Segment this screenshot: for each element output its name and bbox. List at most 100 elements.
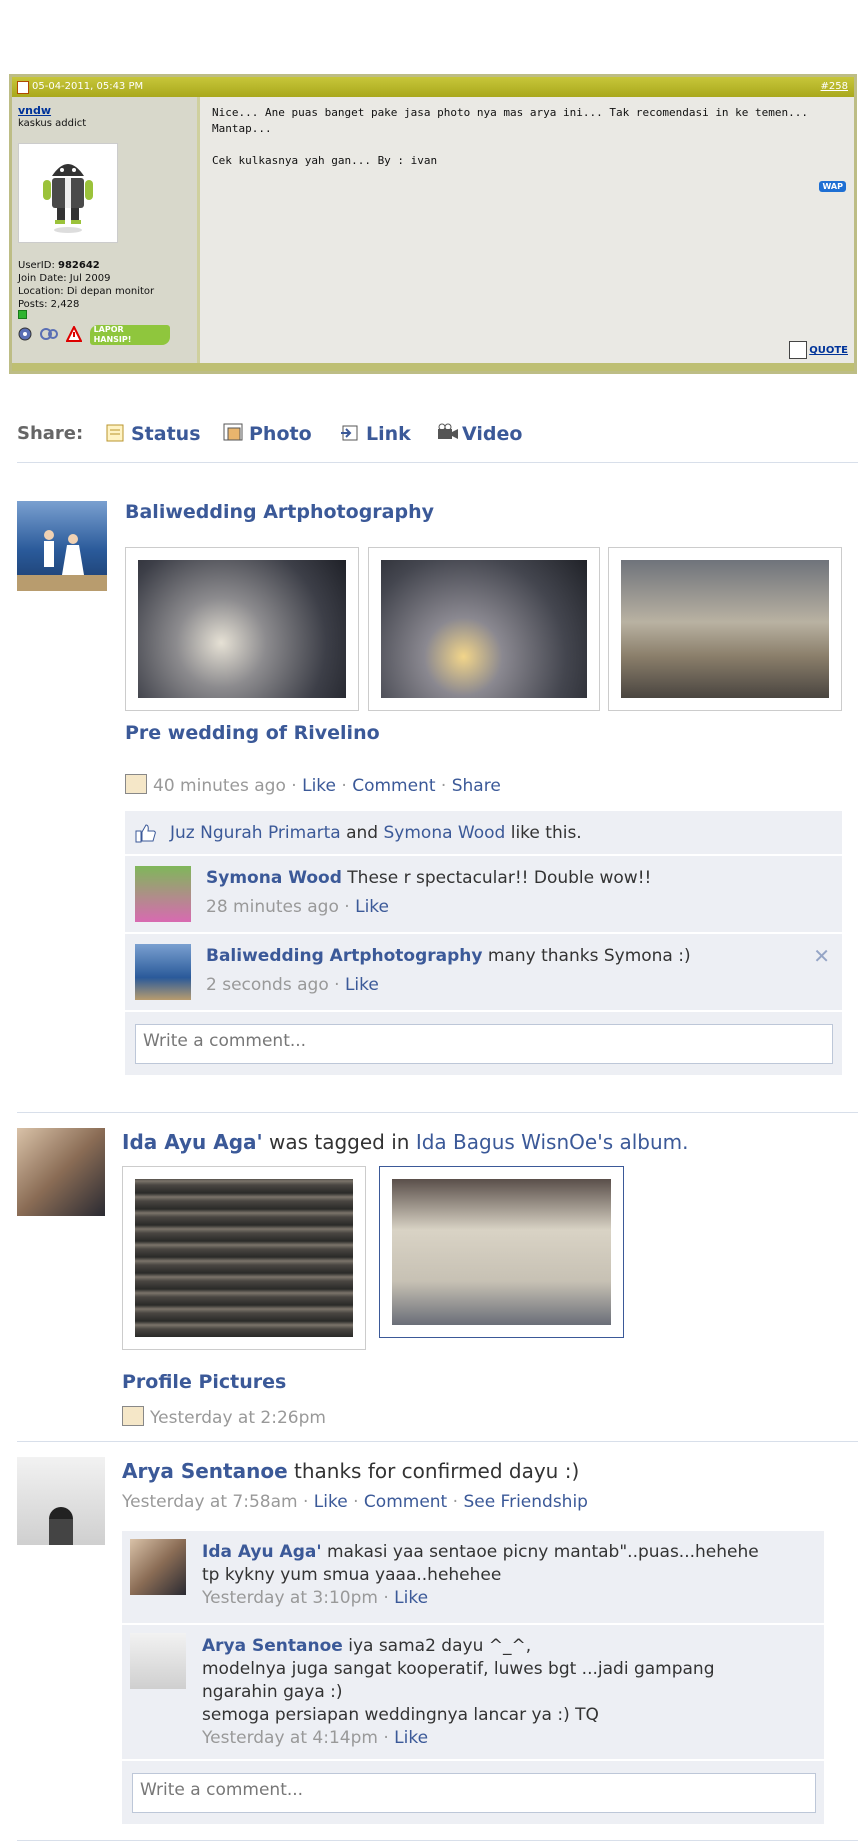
user-id-row: UserID: 982642	[18, 259, 154, 272]
album-photo-2[interactable]	[368, 547, 600, 711]
comment-item: Baliwedding Artphotography many thanks S…	[125, 934, 842, 1012]
post-author-link[interactable]: Baliwedding Artphotography	[125, 501, 434, 523]
comment-text: These r spectacular!! Double wow!!	[347, 868, 652, 888]
rep-icon[interactable]	[18, 327, 32, 344]
post-number[interactable]: #258	[821, 81, 848, 92]
commenter-avatar[interactable]	[130, 1539, 186, 1595]
forum-post: 05-04-2011, 05:43 PM #258 vndw kaskus ad…	[9, 74, 857, 374]
post-header: 05-04-2011, 05:43 PM #258	[12, 77, 854, 97]
couple-photo-icon	[17, 530, 107, 591]
delete-comment-close-icon[interactable]: ✕	[813, 944, 830, 968]
comment-like-link[interactable]: Like	[355, 897, 389, 917]
video-camera-icon	[436, 423, 458, 443]
tagged-photo-2-image	[392, 1179, 611, 1325]
post-number-link[interactable]: #258	[821, 81, 848, 92]
commenter-name-link[interactable]: Arya Sentanoe	[202, 1636, 343, 1656]
comment-link[interactable]: Comment	[352, 776, 435, 796]
share-status-label: Status	[131, 423, 201, 445]
comment-link[interactable]: Comment	[364, 1492, 447, 1512]
see-friendship-link[interactable]: See Friendship	[463, 1492, 588, 1512]
commenter-name-link[interactable]: Baliwedding Artphotography	[206, 946, 482, 966]
likes-and-text: and	[346, 823, 379, 843]
post-message: Nice... Ane puas banget pake jasa photo …	[212, 106, 809, 167]
share-video-label: Video	[462, 423, 523, 445]
quote-icon	[789, 341, 808, 359]
story-divider	[17, 1441, 858, 1442]
album-link[interactable]: album.	[619, 1130, 688, 1154]
comment-input[interactable]: Write a comment...	[132, 1773, 816, 1813]
forum-post-inner: 05-04-2011, 05:43 PM #258 vndw kaskus ad…	[12, 77, 854, 371]
lapor-hansip-button[interactable]: LAPOR HANSIP!	[89, 325, 170, 345]
album-photo-1-image	[138, 560, 346, 698]
profile-pictures-link[interactable]: Profile Pictures	[122, 1371, 286, 1393]
status-text: thanks for confirmed dayu :)	[294, 1459, 580, 1483]
tag-story-line: Ida Ayu Aga' was tagged in Ida Bagus Wis…	[122, 1130, 689, 1154]
tagged-photo-2[interactable]	[379, 1166, 624, 1338]
comment-text: makasi yaa sentaoe picny mantab"..puas..…	[326, 1542, 759, 1562]
gear-icon[interactable]	[39, 326, 59, 345]
comment-input[interactable]: Write a comment...	[135, 1024, 833, 1064]
album-owner-link[interactable]: Ida Bagus WisnOe's	[416, 1130, 613, 1154]
user-location: Location: Di depan monitor	[18, 286, 155, 297]
post-timestamp: 40 minutes ago	[153, 776, 286, 796]
commenter-avatar[interactable]	[130, 1633, 186, 1689]
comment-item: Arya Sentanoe iya sama2 dayu ^_^, modeln…	[122, 1625, 824, 1761]
liker-link[interactable]: Symona Wood	[384, 823, 506, 843]
album-photo-3[interactable]	[608, 547, 842, 711]
commenter-name-link[interactable]: Ida Ayu Aga'	[202, 1542, 322, 1562]
post-date: 05-04-2011, 05:43 PM	[32, 81, 144, 92]
comment-like-link[interactable]: Like	[345, 975, 379, 995]
post-author-avatar[interactable]	[17, 501, 107, 591]
comment-text: modelnya juga sangat kooperatif, luwes b…	[202, 1659, 715, 1679]
tagged-text: was tagged in	[269, 1130, 410, 1154]
user-action-icons: LAPOR HANSIP!	[18, 324, 174, 349]
commenter-name-link[interactable]: Symona Wood	[206, 868, 342, 888]
share-link-label: Link	[366, 423, 411, 445]
comment-text: iya sama2 dayu ^_^,	[348, 1636, 532, 1656]
status-time: Yesterday at 7:58am	[122, 1492, 298, 1512]
status-author-link[interactable]: Arya Sentanoe	[122, 1459, 288, 1483]
share-video-button[interactable]: Video	[436, 423, 522, 445]
comment-like-link[interactable]: Like	[394, 1728, 428, 1748]
share-link-button[interactable]: Link	[340, 423, 411, 445]
user-title: kaskus addict	[18, 118, 87, 129]
likes-sentence: Juz Ngurah Primarta and Symona Wood like…	[170, 823, 582, 843]
comment-body: Ida Ayu Aga' makasi yaa sentaoe picny ma…	[202, 1541, 759, 1610]
comment-line: Symona Wood These r spectacular!! Double…	[206, 868, 651, 888]
commenter-avatar[interactable]	[135, 866, 191, 922]
report-warning-icon[interactable]	[65, 324, 83, 345]
user-id-label: UserID:	[18, 260, 55, 271]
tagged-photo-1-image	[135, 1179, 353, 1337]
share-link[interactable]: Share	[452, 776, 501, 796]
album-photo-1[interactable]	[125, 547, 359, 711]
link-icon	[340, 423, 360, 443]
liker-link[interactable]: Juz Ngurah Primarta	[170, 823, 341, 843]
comment-time: 28 minutes ago	[206, 897, 339, 917]
tagged-user-link[interactable]: Ida Ayu Aga'	[122, 1130, 263, 1154]
tagged-photo-1[interactable]	[122, 1166, 366, 1350]
user-info-panel: vndw kaskus addict UserID: 982642 Join D…	[12, 97, 197, 363]
album-title-link[interactable]: Pre wedding of Rivelino	[125, 722, 380, 744]
comment-time: Yesterday at 4:14pm	[202, 1728, 378, 1748]
share-photo-label: Photo	[249, 423, 312, 445]
online-status-icon	[18, 310, 27, 319]
post-footer-bar	[12, 363, 854, 371]
comment-like-link[interactable]: Like	[394, 1588, 428, 1608]
share-photo-button[interactable]: Photo	[223, 423, 312, 445]
like-link[interactable]: Like	[302, 776, 336, 796]
quote-button[interactable]: QUOTE	[789, 341, 848, 359]
share-status-button[interactable]: Status	[105, 423, 201, 445]
wap-badge: WAP	[819, 181, 846, 192]
status-feedback-box: Ida Ayu Aga' makasi yaa sentaoe picny ma…	[122, 1531, 824, 1824]
comment-item: Ida Ayu Aga' makasi yaa sentaoe picny ma…	[122, 1531, 824, 1625]
user-avatar[interactable]	[18, 143, 118, 243]
commenter-avatar[interactable]	[135, 944, 191, 1000]
username-link[interactable]: vndw	[18, 104, 51, 117]
comment-text: ngarahin gaya :)	[202, 1682, 343, 1702]
photo-album-icon	[122, 1406, 144, 1426]
arya-avatar[interactable]	[17, 1457, 105, 1545]
likes-row: Juz Ngurah Primarta and Symona Wood like…	[125, 811, 842, 856]
like-link[interactable]: Like	[314, 1492, 348, 1512]
tagged-user-avatar[interactable]	[17, 1128, 105, 1216]
comment-line: Baliwedding Artphotography many thanks S…	[206, 946, 691, 966]
